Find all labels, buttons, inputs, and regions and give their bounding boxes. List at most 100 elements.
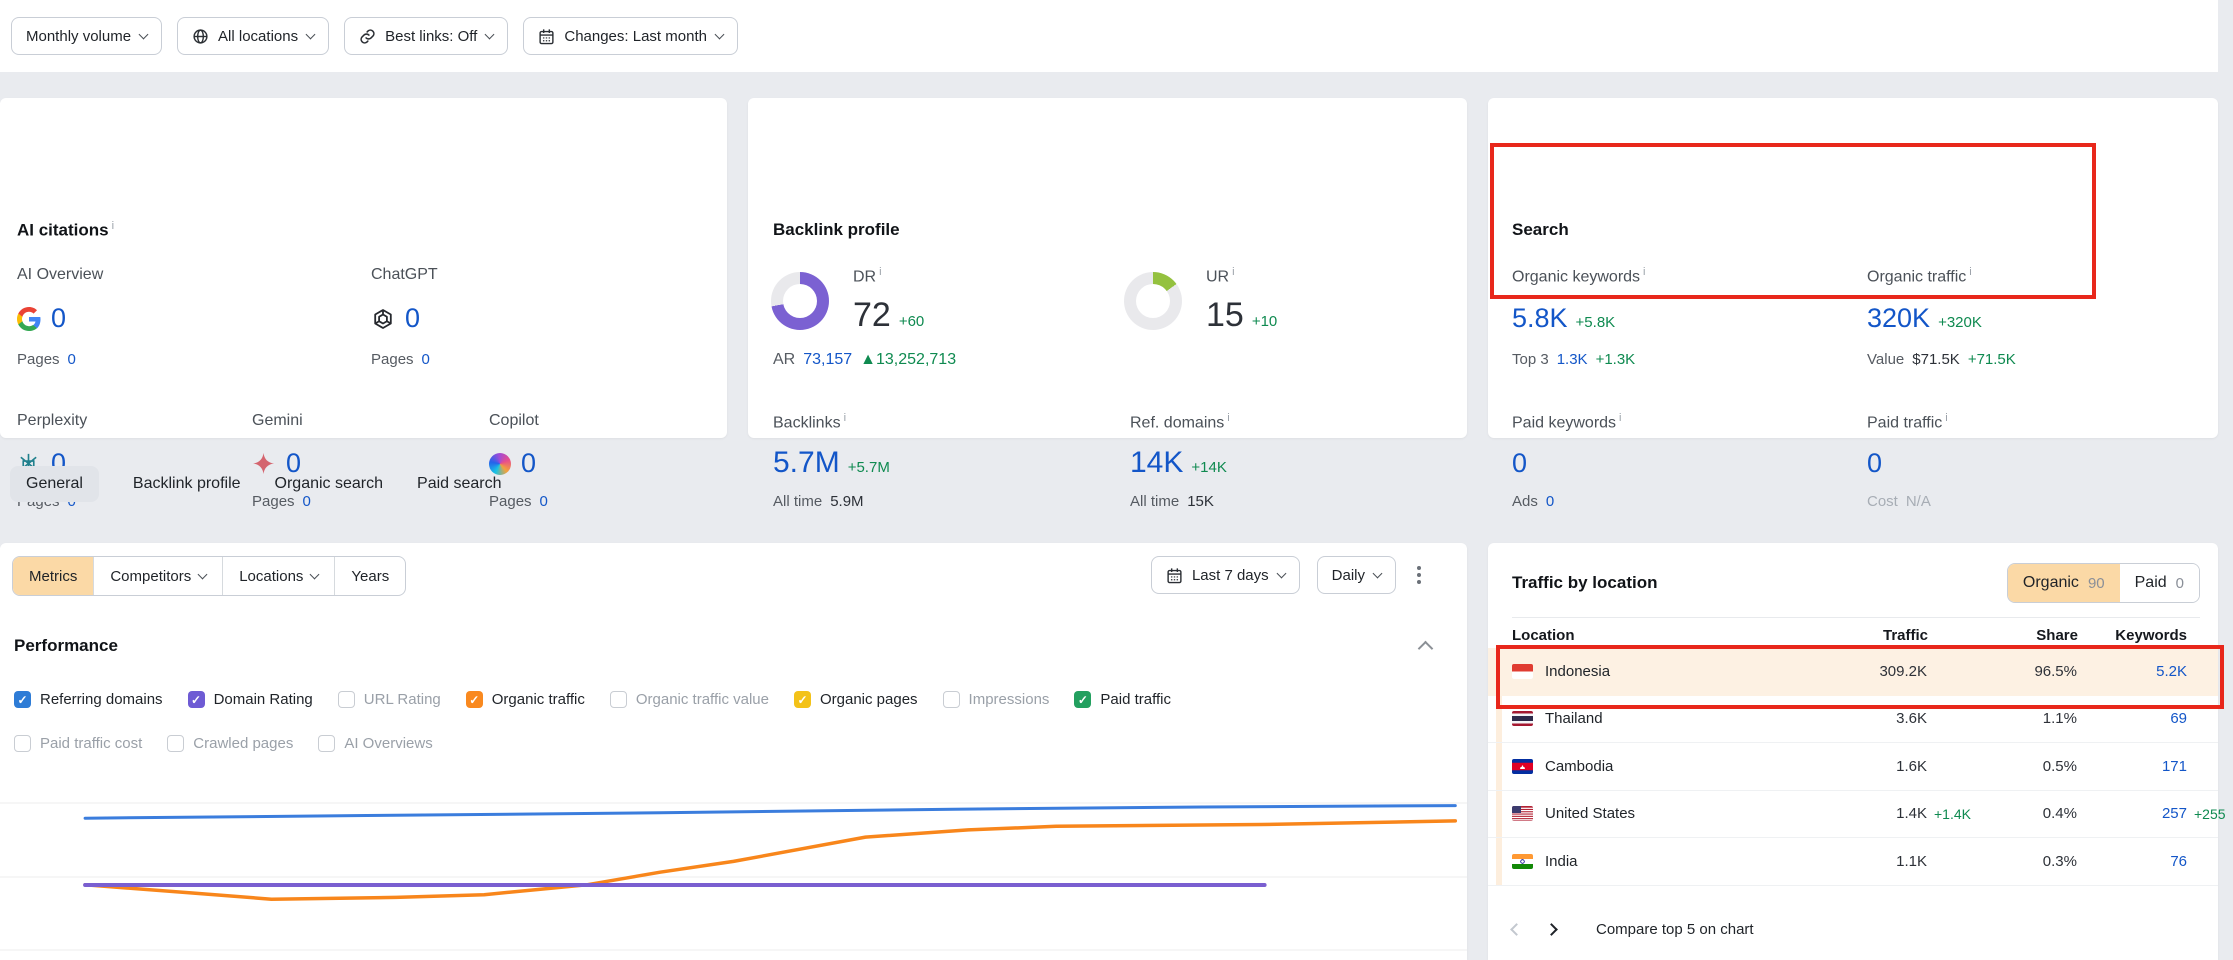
all-locations-dropdown[interactable]: All locations: [177, 17, 329, 55]
checkbox-box[interactable]: ✓: [14, 691, 31, 708]
more-options-menu[interactable]: [1413, 566, 1425, 584]
keywords-link[interactable]: 257: [2162, 805, 2187, 822]
checkbox-organic-pages[interactable]: ✓ Organic pages: [794, 691, 918, 708]
ar-value-link[interactable]: 73,157: [803, 351, 852, 369]
column-location[interactable]: Location: [1512, 627, 1575, 644]
tab-paid-search[interactable]: Paid search: [417, 466, 502, 502]
info-icon[interactable]: i: [1945, 412, 1947, 424]
ref-domains-value-link[interactable]: 14K: [1130, 446, 1183, 479]
ai-citations-card: AI citationsi AI Overview 0 Pages 0 Chat…: [0, 98, 727, 438]
monthly-volume-dropdown[interactable]: Monthly volume: [11, 17, 162, 55]
checkbox-box[interactable]: ✓: [1074, 691, 1091, 708]
toggle-organic[interactable]: Organic 90: [2008, 564, 2120, 602]
table-row-thailand[interactable]: Thailand 3.6K 1.1% 69: [1488, 696, 2218, 744]
segment-metrics[interactable]: Metrics: [13, 557, 94, 595]
organic-keywords-link[interactable]: 5.8K: [1512, 303, 1568, 333]
tab-organic-search[interactable]: Organic search: [275, 466, 384, 502]
backlinks-value-link[interactable]: 5.7M: [773, 446, 840, 479]
checkbox-box[interactable]: [14, 735, 31, 752]
info-icon[interactable]: i: [1227, 412, 1229, 424]
keywords-link[interactable]: 171: [2162, 758, 2187, 775]
ref-domains-label: Ref. domainsi: [1130, 412, 1230, 432]
tab-general[interactable]: General: [10, 466, 99, 502]
chatgpt-value: 0: [371, 303, 420, 334]
paid-keywords-link[interactable]: 0: [1512, 448, 1527, 478]
checkbox-organic-traffic[interactable]: ✓Organic traffic: [466, 691, 585, 708]
column-keywords[interactable]: Keywords: [2115, 627, 2187, 644]
performance-line-chart[interactable]: [0, 770, 1467, 960]
checkbox-paid-traffic[interactable]: ✓Paid traffic: [1074, 691, 1171, 708]
checkbox-box[interactable]: ✓: [466, 691, 483, 708]
ads-value-link[interactable]: 0: [1546, 493, 1554, 510]
segment-locations[interactable]: Locations: [223, 557, 335, 595]
checkbox-impressions[interactable]: Impressions: [943, 691, 1050, 708]
interval-dropdown[interactable]: Daily: [1317, 556, 1396, 594]
info-icon[interactable]: i: [1619, 412, 1621, 424]
checkbox-box[interactable]: ✓: [794, 691, 811, 708]
checkbox-box[interactable]: [167, 735, 184, 752]
info-icon[interactable]: i: [879, 266, 881, 278]
organic-keywords-value: 5.8K+5.8K: [1512, 303, 1615, 334]
dr-value: 72+60: [853, 296, 924, 335]
segment-years[interactable]: Years: [335, 557, 405, 595]
chevron-down-icon: [715, 29, 725, 39]
changes-dropdown[interactable]: Changes: Last month: [523, 17, 738, 55]
table-row-cambodia[interactable]: Cambodia 1.6K 0.5% 171: [1488, 743, 2218, 791]
table-row-indonesia[interactable]: Indonesia 309.2K 96.5% 5.2K: [1488, 648, 2218, 696]
checkbox-box[interactable]: [943, 691, 960, 708]
ai-citations-title: AI citationsi: [17, 220, 114, 241]
checkbox-organic-traffic-value[interactable]: Organic traffic value: [610, 691, 769, 708]
ur-label: URi: [1206, 266, 1235, 286]
ai-overview-count-link[interactable]: 0: [51, 303, 66, 334]
table-row-united-states[interactable]: United States 1.4K+1.4K 0.4% 257+255: [1488, 791, 2218, 839]
next-page-chevron-icon[interactable]: [1545, 923, 1558, 936]
segment-competitors[interactable]: Competitors: [94, 557, 223, 595]
checkbox-box[interactable]: [338, 691, 355, 708]
top3-delta: +1.3K: [1596, 351, 1636, 368]
checkbox-crawled-pages[interactable]: Crawled pages: [167, 735, 293, 752]
pages-count-link[interactable]: 0: [68, 351, 76, 368]
info-icon[interactable]: i: [1969, 266, 1971, 278]
checkbox-ai-overviews[interactable]: AI Overviews: [318, 735, 432, 752]
info-icon[interactable]: i: [112, 220, 114, 232]
organic-traffic-link[interactable]: 320K: [1867, 303, 1930, 333]
previous-page-chevron-icon[interactable]: [1510, 923, 1523, 936]
backlink-profile-card: Backlink profile DRi 72+60 AR 73,157 ▲13…: [748, 98, 1467, 438]
pages-count-link[interactable]: 0: [540, 493, 548, 510]
column-traffic[interactable]: Traffic: [1883, 627, 1928, 644]
best-links-dropdown[interactable]: Best links: Off: [344, 17, 508, 55]
info-icon[interactable]: i: [1232, 266, 1234, 278]
info-icon[interactable]: i: [844, 412, 846, 424]
keywords-link[interactable]: 76: [2170, 853, 2187, 870]
checkbox-box[interactable]: [610, 691, 627, 708]
checkbox-domain-rating[interactable]: ✓ Domain Rating: [188, 691, 313, 708]
checkbox-label: Crawled pages: [193, 735, 293, 752]
tab-backlink-profile[interactable]: Backlink profile: [133, 466, 241, 502]
dr-donut-chart: [771, 272, 829, 330]
info-icon[interactable]: i: [1643, 266, 1645, 278]
checkbox-label: Domain Rating: [214, 691, 313, 708]
collapse-section-chevron-up-icon[interactable]: [1418, 641, 1434, 657]
checkbox-label: Impressions: [969, 691, 1050, 708]
search-card: Search Organic keywordsi 5.8K+5.8K Top 3…: [1488, 98, 2218, 438]
checkbox-url-rating[interactable]: URL Rating: [338, 691, 441, 708]
column-share[interactable]: Share: [2036, 627, 2078, 644]
copilot-count-link[interactable]: 0: [521, 448, 536, 479]
chatgpt-count-link[interactable]: 0: [405, 303, 420, 334]
top3-value-link[interactable]: 1.3K: [1557, 351, 1588, 368]
chevron-down-icon: [310, 569, 320, 579]
keywords-link[interactable]: 5.2K: [2156, 663, 2187, 680]
checkbox-box[interactable]: ✓: [188, 691, 205, 708]
pages-count-link[interactable]: 0: [422, 351, 430, 368]
checkbox-paid-traffic-cost[interactable]: Paid traffic cost: [14, 735, 142, 752]
table-row-india[interactable]: India 1.1K 0.3% 76: [1488, 838, 2218, 886]
checkbox-box[interactable]: [318, 735, 335, 752]
keywords-link[interactable]: 69: [2170, 710, 2187, 727]
checkbox-label: Organic pages: [820, 691, 918, 708]
flag-indonesia-icon: [1512, 664, 1533, 679]
ai-overview-pages: Pages 0: [17, 351, 76, 368]
toggle-paid[interactable]: Paid 0: [2120, 564, 2199, 602]
paid-traffic-link[interactable]: 0: [1867, 448, 1882, 478]
checkbox-referring-domains[interactable]: ✓Referring domains: [14, 691, 163, 708]
date-range-dropdown[interactable]: Last 7 days: [1151, 556, 1300, 594]
